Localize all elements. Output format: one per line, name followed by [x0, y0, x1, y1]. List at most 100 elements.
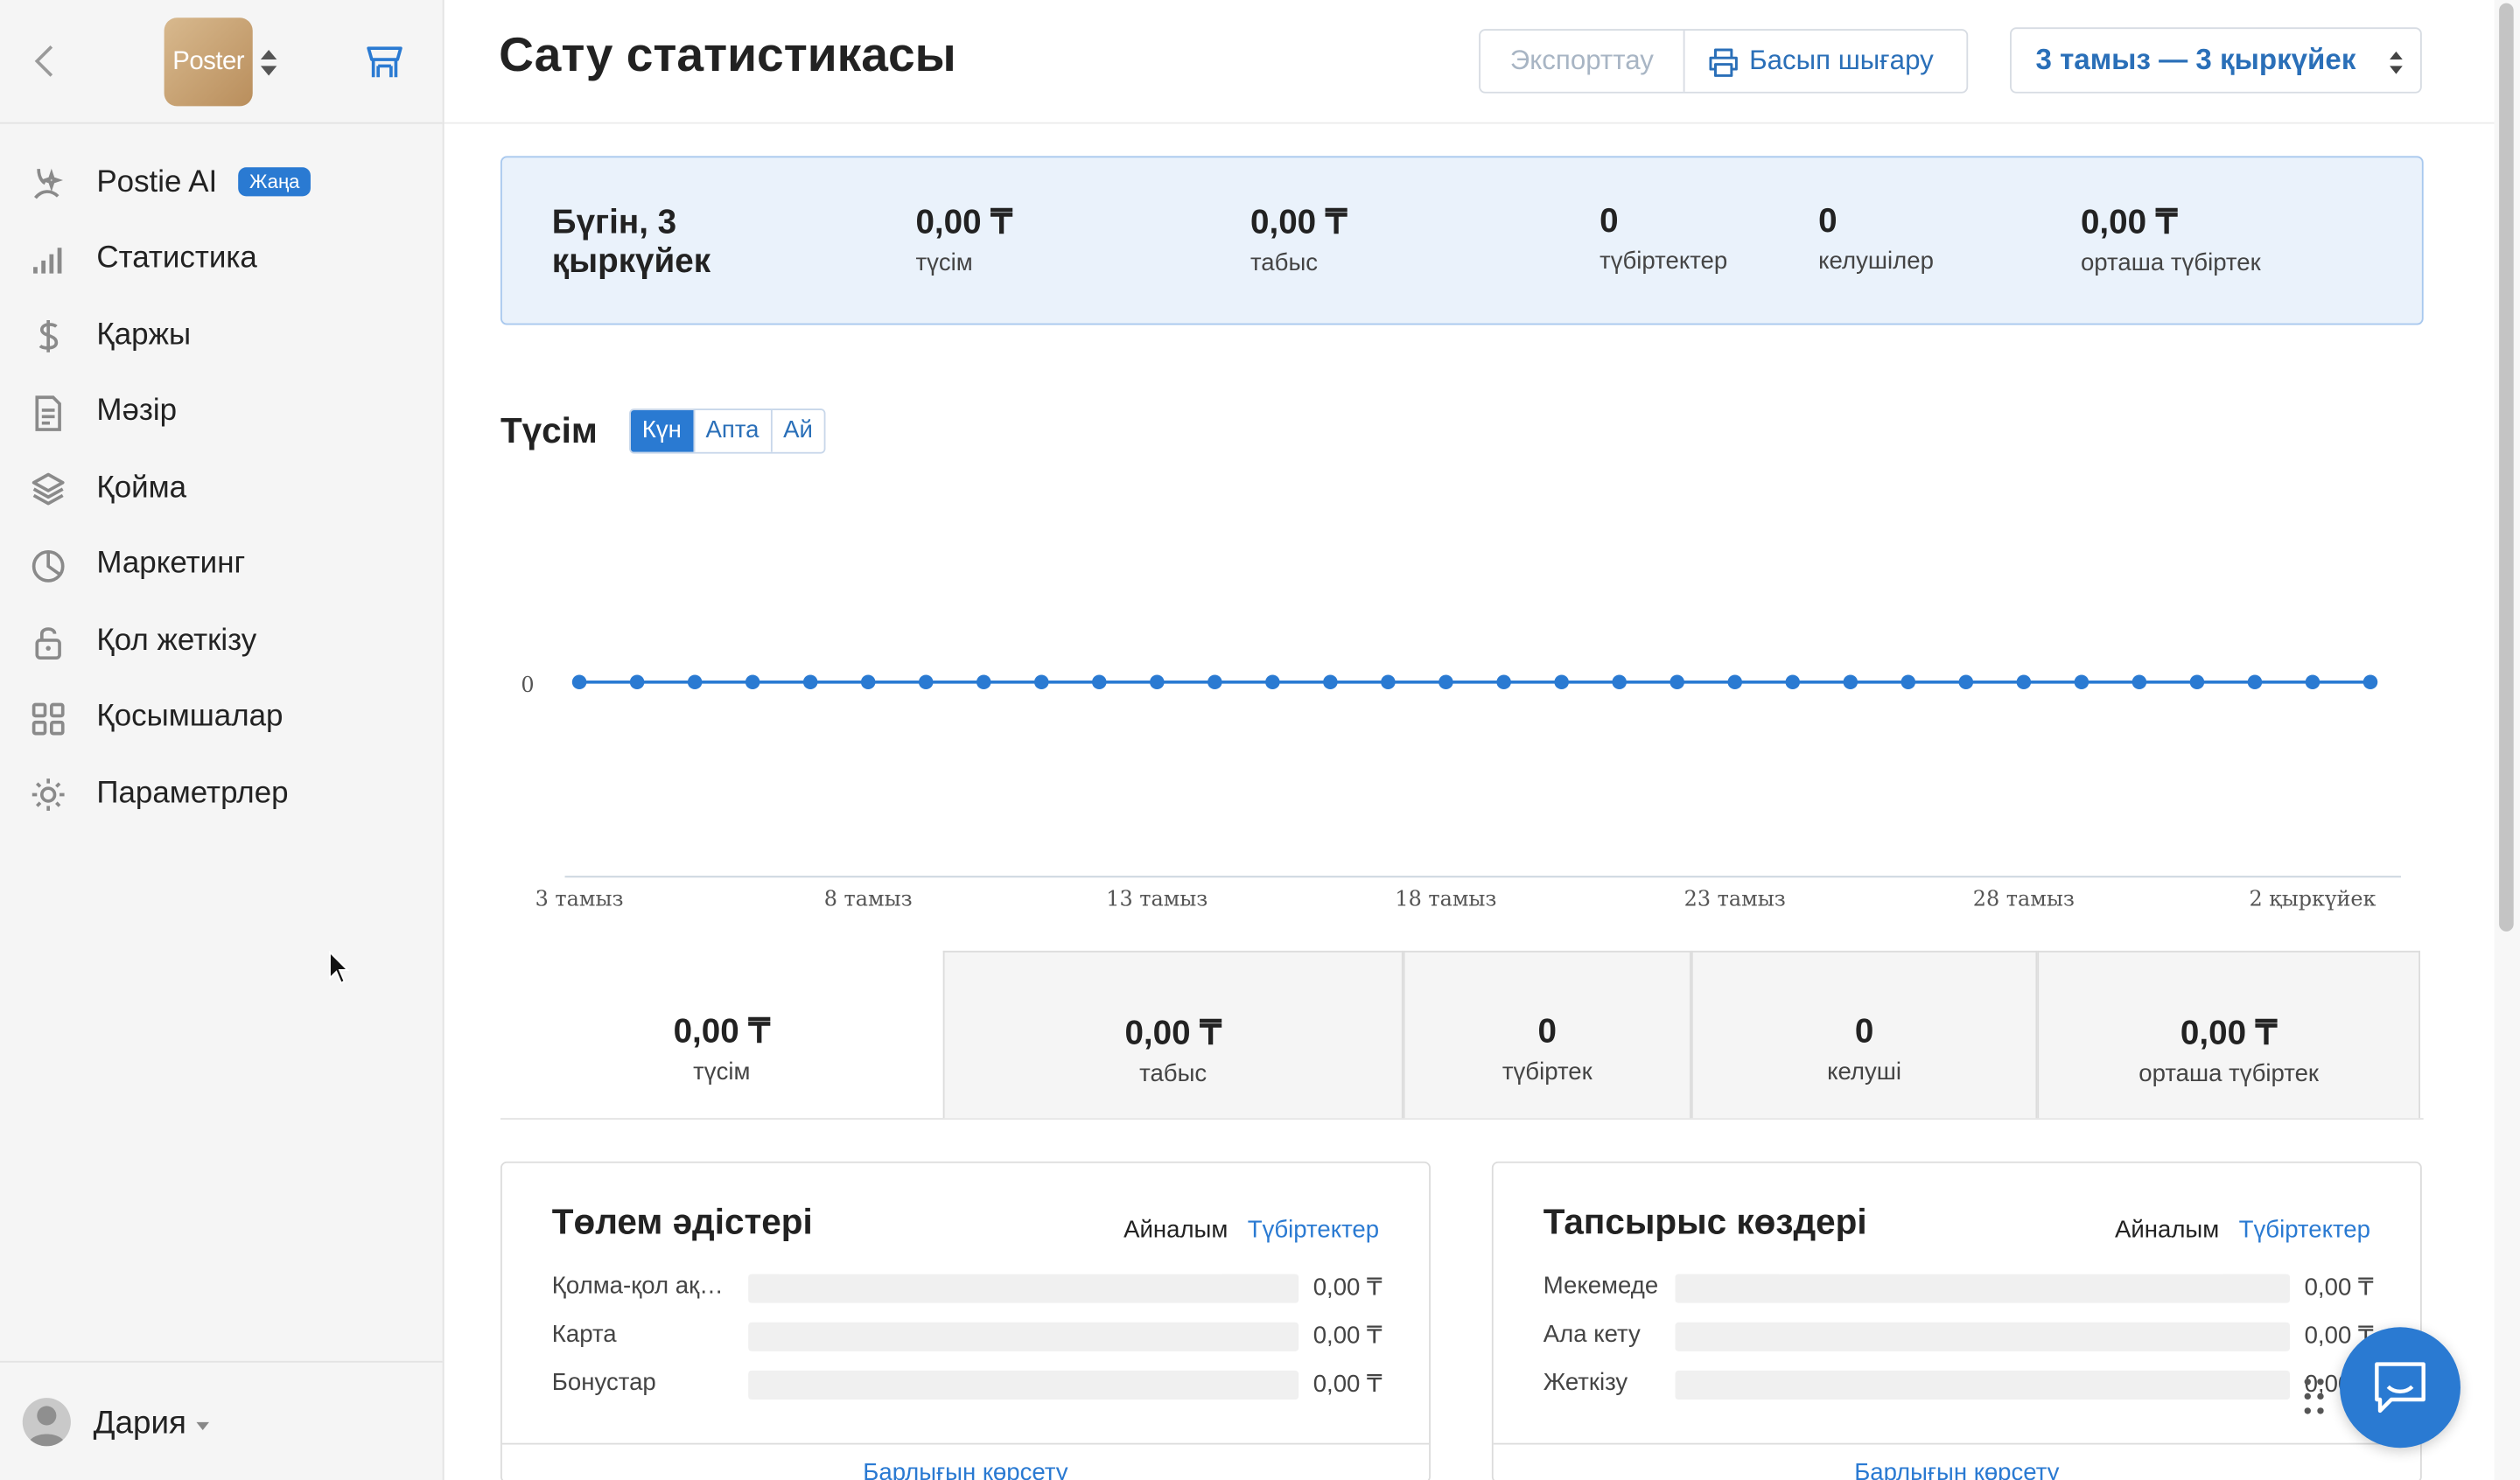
layers-icon — [32, 472, 65, 506]
data-point[interactable] — [2305, 674, 2320, 690]
row-value: 0,00 ₸ — [2304, 1274, 2374, 1302]
toggle-receipts[interactable]: Түбіртектер — [1248, 1216, 1379, 1243]
total-receipts[interactable]: 0 түбіртек — [1403, 950, 1691, 1119]
totals-row: 0,00 ₸ түсім 0,00 ₸ табыс 0 түбіртек 0 к… — [500, 950, 2424, 1120]
row-bar — [748, 1274, 1299, 1303]
list-item: Карта 0,00 ₸ — [552, 1321, 1382, 1353]
data-point[interactable] — [1785, 674, 1801, 690]
sidebar-item-label: Маркетинг — [96, 547, 246, 582]
date-range-picker[interactable]: 3 тамыз — 3 қыркүйек — [2010, 27, 2422, 94]
toggle-turnover[interactable]: Айналым — [2115, 1216, 2219, 1243]
show-all-link[interactable]: Барлығын көрсету — [1854, 1459, 2059, 1480]
scroll-thumb[interactable] — [2499, 3, 2514, 932]
total-label: келуші — [1827, 1058, 1902, 1086]
data-point[interactable] — [629, 674, 645, 690]
total-value: 0 — [1854, 1013, 1874, 1051]
toggle-receipts[interactable]: Түбіртектер — [2239, 1216, 2370, 1243]
data-point[interactable] — [2132, 674, 2147, 690]
revenue-line-chart: 0 3 тамыз 8 тамыз 13 тамыз 18 тамыз 23 тамыз 2… — [521, 673, 2401, 911]
data-point[interactable] — [802, 674, 818, 690]
data-point[interactable] — [1727, 674, 1743, 690]
data-point[interactable] — [2074, 674, 2090, 690]
caret-down-icon[interactable] — [196, 1421, 210, 1430]
sidebar-item-label: Қол жеткізу — [96, 624, 257, 658]
sidebar-item-postie-ai[interactable]: Postie AI Жаңа — [0, 145, 443, 221]
data-point[interactable] — [1958, 674, 1974, 690]
row-bar — [748, 1322, 1299, 1351]
sort-arrows-icon[interactable] — [257, 46, 280, 79]
show-all-link[interactable]: Барлығын көрсету — [863, 1459, 1068, 1480]
print-label: Басып шығару — [1749, 45, 1934, 76]
print-button[interactable]: Басып шығару — [1685, 31, 1967, 92]
sidebar-item-access[interactable]: Қол жеткізу — [0, 604, 443, 680]
avatar[interactable] — [22, 1398, 71, 1447]
data-point[interactable] — [1900, 674, 1916, 690]
data-point[interactable] — [1092, 674, 1107, 690]
pie-chart-icon — [32, 549, 65, 582]
data-point[interactable] — [571, 674, 587, 690]
data-point[interactable] — [687, 674, 703, 690]
period-week-button[interactable]: Апта — [692, 409, 771, 452]
period-switcher: Күн Апта Ай — [629, 408, 826, 454]
sidebar-item-menu[interactable]: Мәзір — [0, 374, 443, 450]
data-point[interactable] — [1033, 674, 1049, 690]
data-point[interactable] — [1208, 674, 1222, 690]
chat-button[interactable] — [2340, 1327, 2460, 1449]
total-profit[interactable]: 0,00 ₸ табыс — [942, 950, 1404, 1119]
user-name[interactable]: Дария — [94, 1406, 186, 1442]
data-point[interactable] — [918, 674, 934, 690]
data-point[interactable] — [1265, 674, 1280, 690]
data-point[interactable] — [2362, 674, 2378, 690]
data-point[interactable] — [1670, 674, 1684, 690]
page-scrollbar[interactable] — [2494, 0, 2520, 1480]
data-point[interactable] — [745, 674, 760, 690]
data-point[interactable] — [976, 674, 991, 690]
sidebar-item-settings[interactable]: Параметрлер — [0, 756, 443, 832]
sidebar-item-marketing[interactable]: Маркетинг — [0, 527, 443, 603]
x-tick-label: 23 тамыз — [1684, 886, 1786, 911]
total-avg-receipt[interactable]: 0,00 ₸ орташа түбіртек — [2037, 950, 2421, 1119]
today-title: Бүгін, 3 қыркүйек — [551, 204, 711, 281]
toggle-turnover[interactable]: Айналым — [1124, 1216, 1228, 1243]
data-point[interactable] — [2247, 674, 2263, 690]
chart-title: Түсім — [500, 409, 598, 450]
data-point[interactable] — [860, 674, 876, 690]
page-title: Сату статистикасы — [499, 29, 956, 82]
data-point[interactable] — [2189, 674, 2205, 690]
period-day-button[interactable]: Күн — [630, 409, 693, 452]
total-visitors[interactable]: 0 келуші — [1690, 950, 2038, 1119]
chevron-left-icon[interactable] — [25, 38, 64, 83]
drag-handle-icon[interactable] — [2301, 1375, 2327, 1417]
data-point[interactable] — [1612, 674, 1627, 690]
store-icon[interactable] — [364, 42, 406, 84]
period-month-button[interactable]: Ай — [770, 409, 824, 452]
sidebar-item-statistics[interactable]: Статистика — [0, 221, 443, 297]
sidebar-item-apps[interactable]: Қосымшалар — [0, 680, 443, 756]
panel-toggle: Айналым Түбіртектер — [1124, 1216, 1379, 1243]
today-stat-receipts: 0 түбіртектер — [1600, 203, 1727, 276]
stat-label: түбіртектер — [1600, 248, 1728, 276]
total-revenue[interactable]: 0,00 ₸ түсім — [500, 951, 943, 1118]
data-point[interactable] — [1381, 674, 1396, 690]
sidebar-header: Poster — [0, 0, 443, 124]
data-point[interactable] — [1843, 674, 1858, 690]
data-point[interactable] — [1323, 674, 1338, 690]
user-menu[interactable]: Дария — [0, 1360, 443, 1480]
grid-icon — [32, 702, 65, 735]
data-point[interactable] — [1150, 674, 1165, 690]
stat-value: 0,00 ₸ — [915, 204, 1012, 241]
sidebar-item-storage[interactable]: Қойма — [0, 450, 443, 527]
export-button[interactable]: Экспорттау — [1480, 30, 1685, 92]
data-point[interactable] — [2016, 674, 2032, 690]
lock-icon — [35, 627, 61, 660]
payment-methods-panel: Төлем әдістері Айналым Түбіртектер Қолма… — [500, 1161, 1431, 1480]
stat-value: 0,00 ₸ — [2080, 204, 2178, 241]
data-point[interactable] — [1438, 674, 1453, 690]
today-stat-profit: 0,00 ₸ табыс — [1250, 203, 1347, 277]
sidebar-item-finance[interactable]: Қаржы — [0, 297, 443, 373]
panel-title: Тапсырыс көздері — [1543, 1201, 1867, 1242]
venue-logo[interactable]: Poster — [164, 17, 253, 107]
export-print-group: Экспорттау Басып шығару — [1479, 29, 1969, 94]
data-point[interactable] — [1554, 674, 1569, 690]
data-point[interactable] — [1496, 674, 1511, 690]
